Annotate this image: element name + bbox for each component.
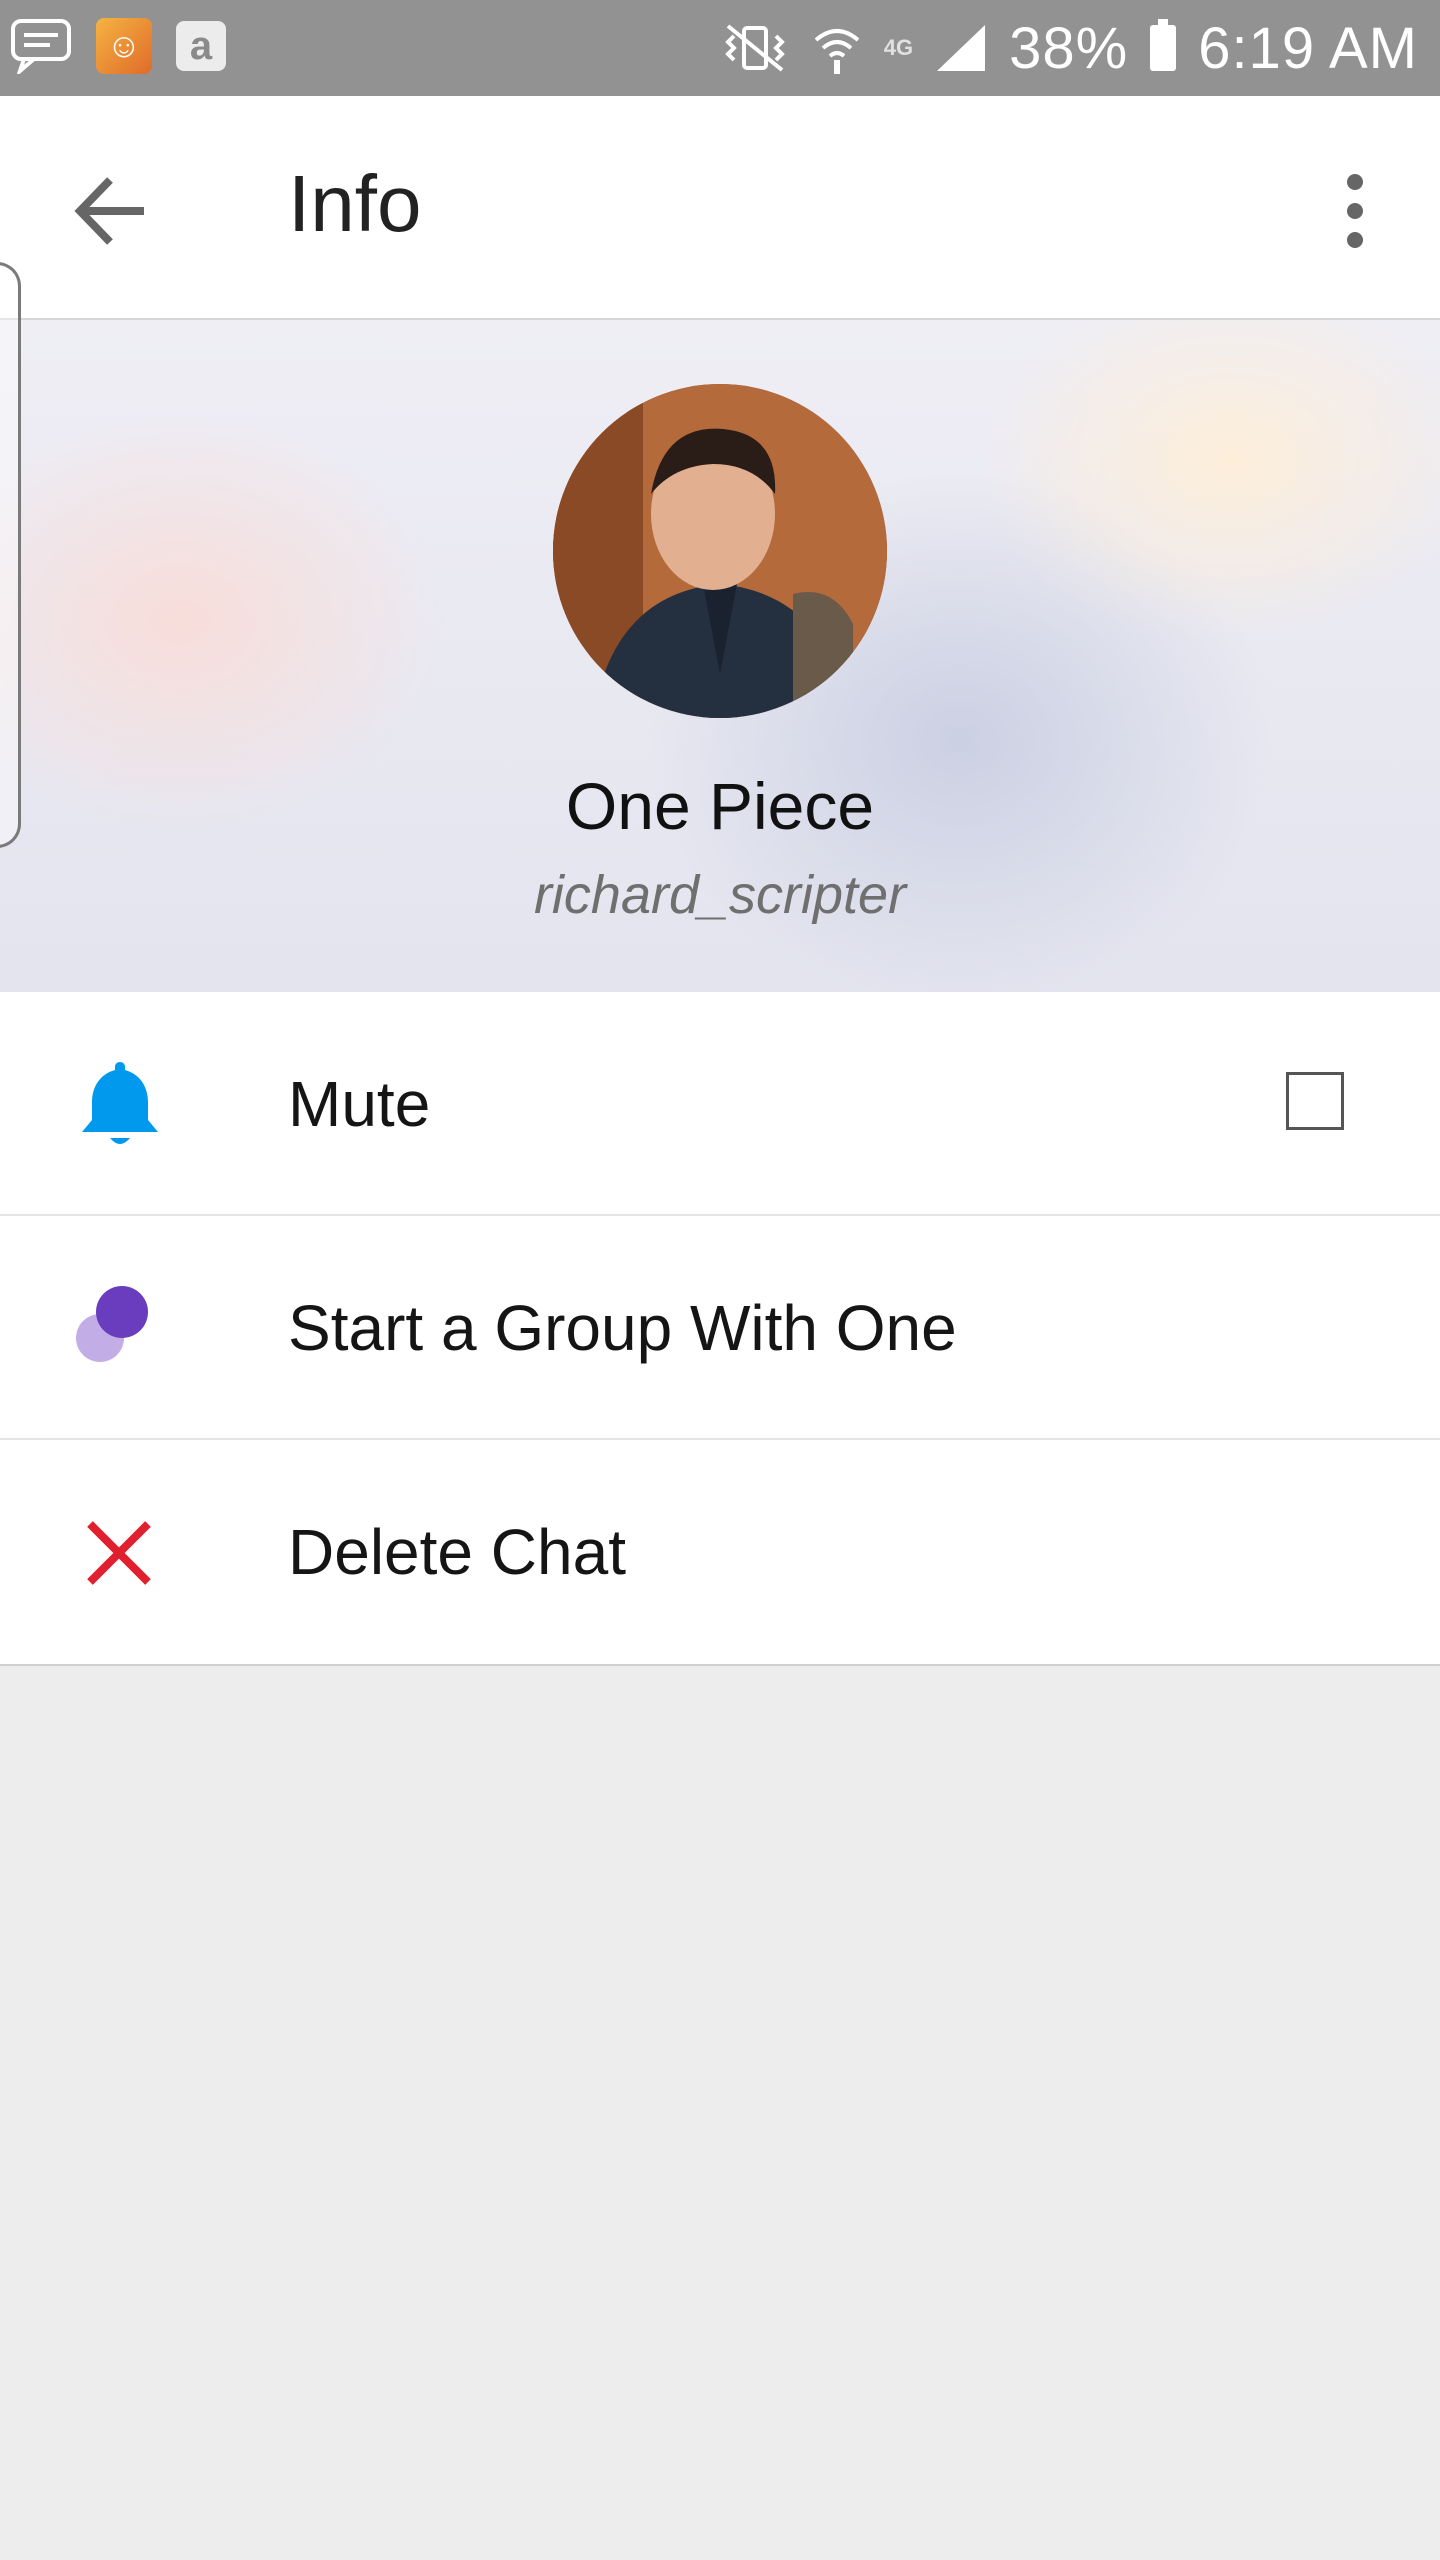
mute-checkbox[interactable] xyxy=(1286,1072,1344,1130)
profile-header: One Piece richard_scripter xyxy=(0,320,1440,992)
signal-icon xyxy=(937,25,986,71)
mute-row[interactable]: Mute xyxy=(0,992,1440,1216)
more-vertical-icon xyxy=(1347,174,1363,248)
status-bar: ☺ a 4G 38% 6:19 AM xyxy=(0,0,1440,96)
mute-label: Mute xyxy=(288,1068,431,1140)
profile-username: richard_scripter xyxy=(533,865,907,925)
battery-icon xyxy=(1150,19,1177,71)
page-title: Info xyxy=(288,159,422,248)
notification-icons: ☺ a xyxy=(10,18,226,74)
system-indicators: 4G 38% 6:19 AM xyxy=(720,0,1418,96)
bell-icon xyxy=(70,1054,170,1154)
game-app-icon: ☺ xyxy=(96,18,152,74)
start-group-label: Start a Group With One xyxy=(288,1292,957,1364)
arrow-back-icon xyxy=(74,177,144,245)
battery-percent: 38% xyxy=(1009,15,1129,81)
wifi-icon xyxy=(814,29,860,74)
avatar[interactable] xyxy=(553,384,887,718)
group-dots-icon xyxy=(70,1278,170,1378)
start-group-row[interactable]: Start a Group With One xyxy=(0,1216,1440,1440)
overflow-menu-button[interactable] xyxy=(1310,166,1400,256)
options-list: Mute Start a Group With One Delete Chat xyxy=(0,992,1440,1666)
network-type: 4G xyxy=(883,35,914,60)
message-notification-icon xyxy=(11,19,71,74)
delete-chat-row[interactable]: Delete Chat xyxy=(0,1440,1440,1664)
clock: 6:19 AM xyxy=(1198,15,1418,81)
profile-name: One Piece xyxy=(565,769,875,843)
delete-chat-label: Delete Chat xyxy=(288,1516,626,1588)
close-x-icon xyxy=(70,1502,170,1602)
edge-panel-handle[interactable] xyxy=(0,262,21,848)
app-bar: Info xyxy=(0,96,1440,320)
vibrate-icon xyxy=(724,24,785,72)
profile-photo xyxy=(553,384,887,718)
back-button[interactable] xyxy=(66,166,156,256)
amazon-icon: a xyxy=(176,21,226,71)
